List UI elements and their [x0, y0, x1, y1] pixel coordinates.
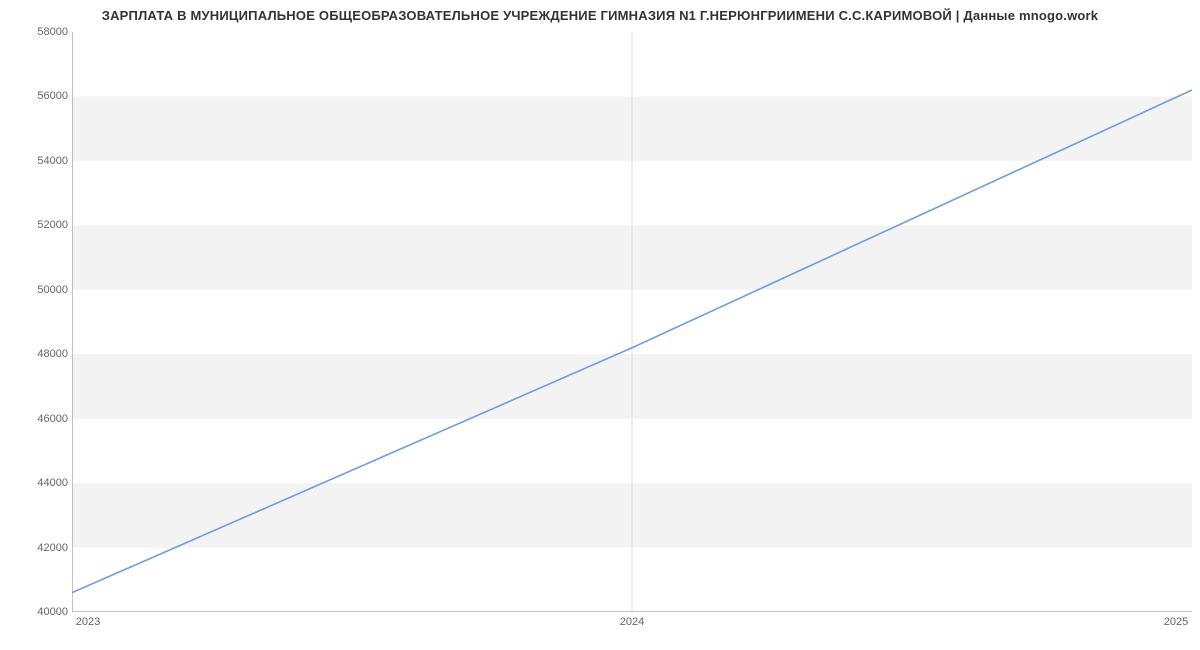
y-tick-label: 42000: [8, 542, 68, 554]
chart-svg: [72, 32, 1192, 612]
y-tick-label: 46000: [8, 413, 68, 425]
y-tick-label: 50000: [8, 284, 68, 296]
y-tick-label: 52000: [8, 219, 68, 231]
chart-title: ЗАРПЛАТА В МУНИЦИПАЛЬНОЕ ОБЩЕОБРАЗОВАТЕЛ…: [0, 8, 1200, 23]
x-tick-label: 2024: [620, 616, 644, 628]
y-tick-label: 56000: [8, 90, 68, 102]
y-tick-label: 48000: [8, 348, 68, 360]
y-tick-label: 44000: [8, 477, 68, 489]
y-tick-label: 40000: [8, 606, 68, 618]
x-tick-label: 2025: [1164, 616, 1188, 628]
y-tick-label: 54000: [8, 155, 68, 167]
chart-plot-area: [72, 32, 1192, 612]
y-tick-label: 58000: [8, 26, 68, 38]
chart-container: ЗАРПЛАТА В МУНИЦИПАЛЬНОЕ ОБЩЕОБРАЗОВАТЕЛ…: [0, 0, 1200, 650]
x-tick-label: 2023: [76, 616, 100, 628]
